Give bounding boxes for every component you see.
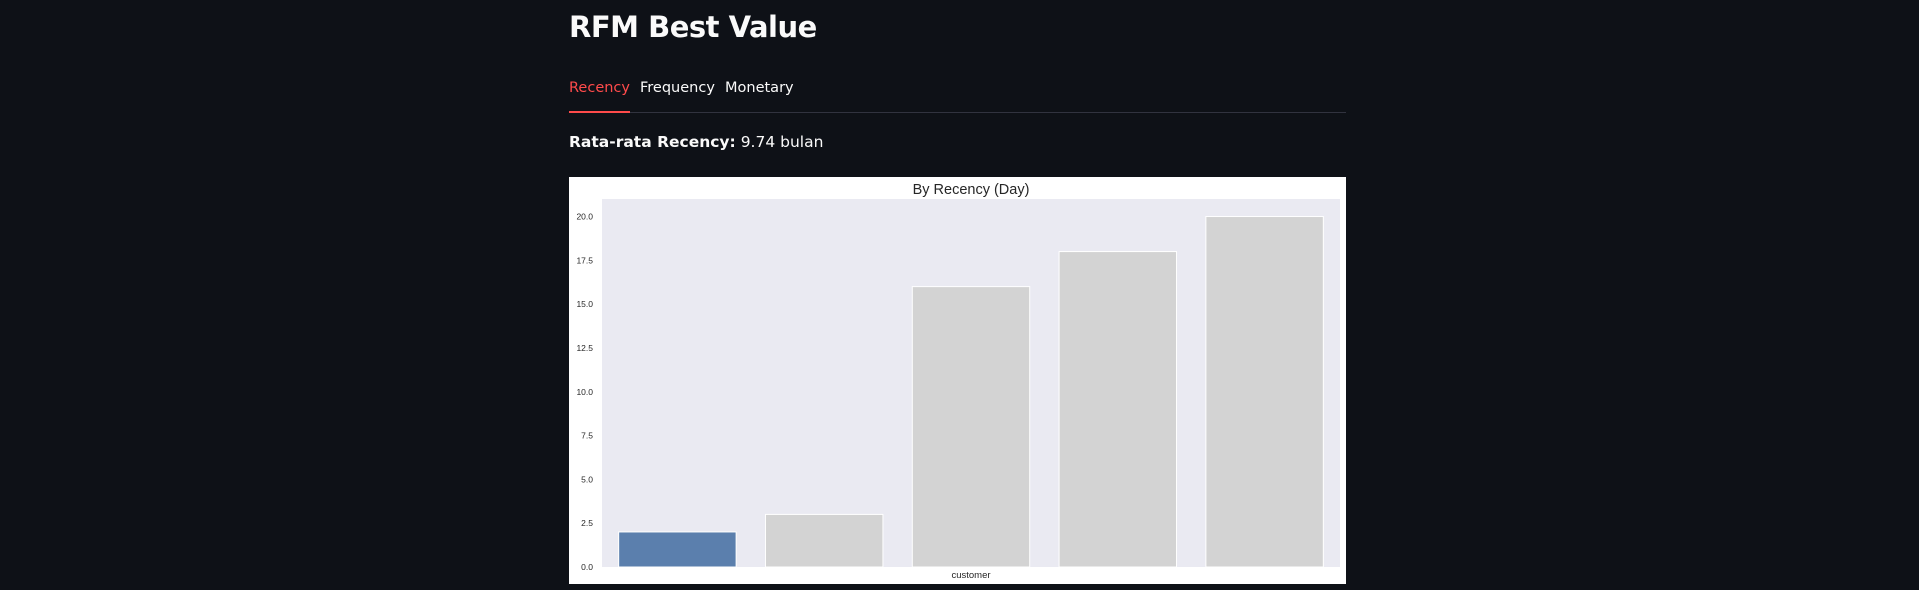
y-tick-label: 7.5 [581, 431, 593, 441]
bar-2 [764, 513, 884, 568]
metric-label: Rata-rata Recency: [569, 133, 736, 151]
x-axis-label: customer [951, 570, 990, 581]
y-tick-label: 5.0 [581, 474, 593, 484]
y-tick-label: 17.5 [576, 255, 593, 265]
y-tick-label: 2.5 [581, 518, 593, 528]
y-axis-ticks: 0.0 2.5 5.0 7.5 10.0 12.5 15.0 17.5 20.0 [576, 212, 593, 572]
y-tick-label: 0.0 [581, 562, 593, 572]
tab-monetary[interactable]: Monetary [725, 80, 794, 111]
chart-title: By Recency (Day) [913, 182, 1030, 198]
y-tick-label: 12.5 [576, 343, 593, 353]
tab-recency[interactable]: Recency [569, 80, 630, 113]
average-recency-metric: Rata-rata Recency: 9.74 bulan [569, 133, 823, 151]
page-title: RFM Best Value [569, 10, 817, 44]
y-tick-label: 20.0 [576, 212, 593, 222]
tab-bar: Recency Frequency Monetary [569, 78, 1346, 113]
y-tick-label: 10.0 [576, 387, 593, 397]
bar-1 [618, 531, 737, 568]
tab-frequency[interactable]: Frequency [640, 80, 715, 111]
chart-svg: By Recency (Day) customer 0.0 2.5 5.0 7.5 10… [576, 182, 1340, 581]
bar-3 [911, 286, 1031, 568]
bar-5 [1205, 216, 1324, 568]
metric-value: 9.74 bulan [740, 133, 824, 151]
recency-chart: By Recency (Day) customer 0.0 2.5 5.0 7.5 10… [569, 177, 1346, 584]
bar-4 [1058, 251, 1178, 568]
y-tick-label: 15.0 [576, 299, 593, 309]
